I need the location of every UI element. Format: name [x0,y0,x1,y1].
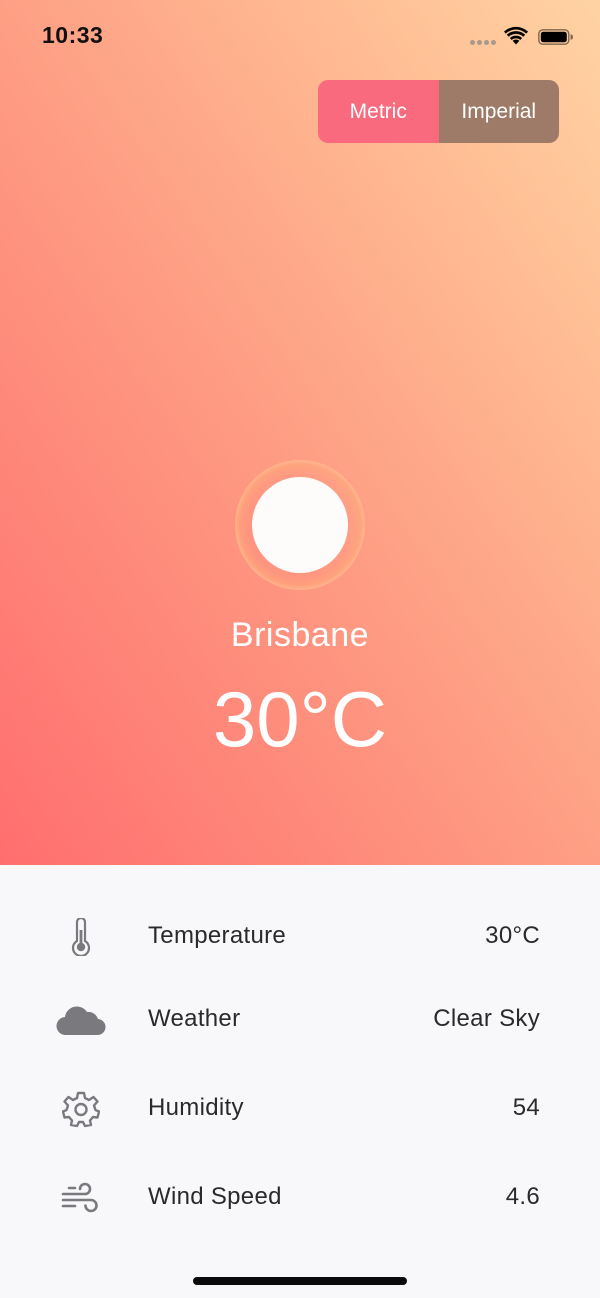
imperial-button[interactable]: Imperial [438,80,559,143]
signal-dots-icon [470,40,496,46]
gear-icon [52,1087,110,1131]
detail-row-wind-speed: Wind Speed 4.6 [0,1168,600,1228]
cloud-icon [52,998,110,1042]
detail-label: Temperature [148,922,287,949]
status-bar: 10:33 [0,0,600,70]
sun-icon [235,460,365,590]
wind-icon [52,1176,110,1220]
detail-row-humidity: Humidity 54 [0,1079,600,1139]
detail-row-weather: Weather Clear Sky [0,990,600,1050]
home-indicator[interactable] [193,1277,407,1285]
detail-value: 4.6 [505,1183,540,1210]
weather-details-list: Temperature 30°C Weather Clear Sky Humid… [0,865,600,1298]
current-temperature: 30°C [212,675,388,763]
battery-icon [538,29,573,45]
weather-screen: 10:33 Metric Imperial Brisbane 30°C Temp… [0,0,600,1298]
unit-toggle: Metric Imperial [318,80,559,143]
detail-label: Humidity [148,1094,244,1121]
detail-value: Clear Sky [433,1005,540,1032]
sun-core [252,477,348,573]
detail-row-temperature: Temperature 30°C [0,907,600,967]
thermometer-icon [52,915,110,959]
detail-value: 30°C [485,922,540,949]
status-time: 10:33 [42,22,104,48]
city-name: Brisbane [230,616,370,654]
detail-label: Wind Speed [148,1183,282,1210]
wifi-icon [504,26,528,45]
detail-value: 54 [512,1094,540,1121]
detail-label: Weather [148,1005,241,1032]
metric-button[interactable]: Metric [318,80,439,143]
